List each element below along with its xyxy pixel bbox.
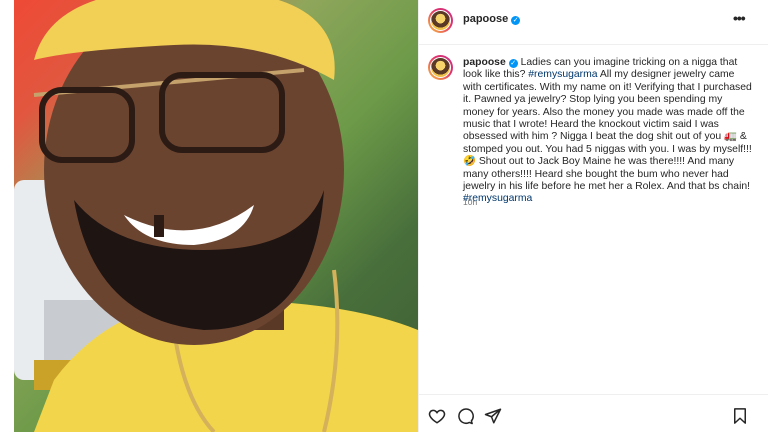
caption-username[interactable]: papoose bbox=[463, 57, 506, 68]
header-username-text[interactable]: papoose bbox=[463, 13, 508, 25]
heart-icon[interactable] bbox=[428, 407, 446, 425]
post-timestamp[interactable]: 10h bbox=[463, 197, 477, 207]
header-avatar[interactable] bbox=[428, 8, 453, 33]
avatar-image bbox=[430, 57, 451, 78]
share-icon[interactable] bbox=[484, 407, 502, 425]
verified-badge-icon: ✓ bbox=[508, 59, 518, 68]
more-options-icon[interactable]: ••• bbox=[733, 10, 746, 26]
avatar-image bbox=[430, 10, 451, 31]
bookmark-icon[interactable] bbox=[731, 407, 749, 425]
caption-avatar[interactable] bbox=[428, 55, 453, 80]
header-username[interactable]: papoose ✓ bbox=[463, 13, 521, 25]
post-caption: papoose ✓ Ladies can you imagine tricking… bbox=[463, 57, 755, 206]
post-photo-illustration bbox=[14, 0, 418, 432]
caption-text-2: All my designer jewelry came with certif… bbox=[463, 69, 752, 193]
actions-divider bbox=[419, 394, 768, 395]
comment-icon[interactable] bbox=[456, 407, 474, 425]
post-image[interactable] bbox=[14, 0, 418, 432]
hashtag-link[interactable]: #remysugarma bbox=[528, 69, 597, 80]
verified-badge-icon: ✓ bbox=[511, 16, 521, 25]
left-margin bbox=[0, 0, 14, 432]
header-divider bbox=[419, 44, 768, 45]
